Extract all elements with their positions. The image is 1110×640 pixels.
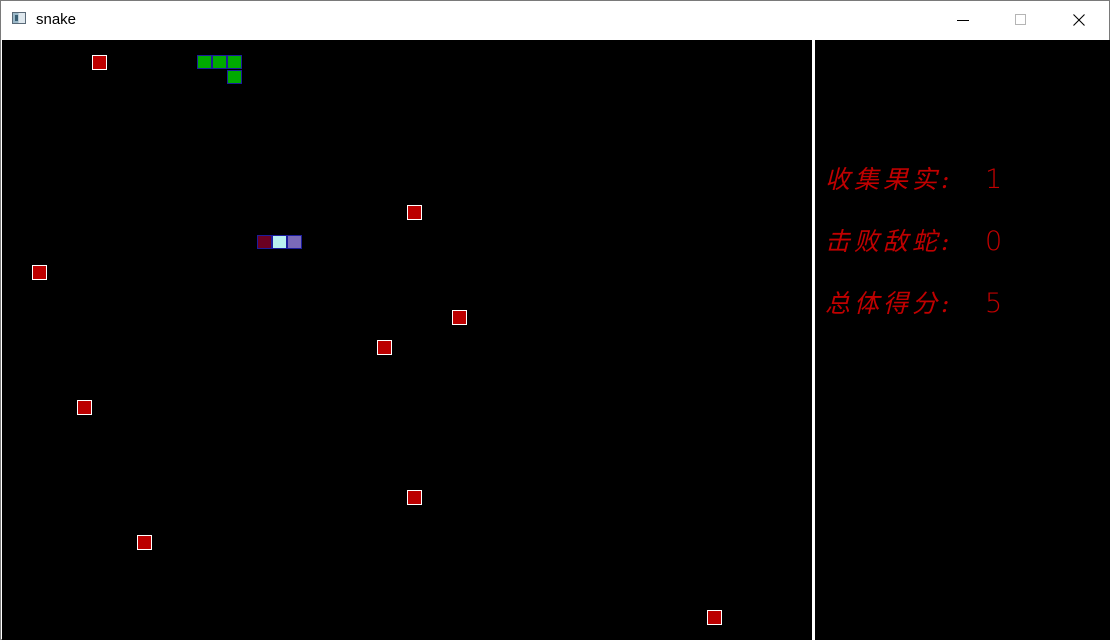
total-score-value: 5	[985, 288, 1003, 319]
defeated-enemies-stat: 击败敌蛇: 0	[825, 224, 1002, 260]
maximize-icon	[1015, 14, 1026, 25]
enemy-snake-segment	[287, 235, 302, 249]
food-item	[137, 535, 152, 550]
total-score-stat: 总体得分: 5	[825, 286, 1002, 322]
food-item	[707, 610, 722, 625]
enemy-snake-segment	[272, 235, 287, 249]
player-snake-segment	[197, 55, 212, 69]
close-button[interactable]	[1056, 1, 1102, 39]
food-item	[77, 400, 92, 415]
enemy-snake-segment	[257, 235, 272, 249]
minimize-button[interactable]	[940, 1, 986, 39]
minimize-icon	[957, 20, 969, 21]
defeated-enemies-value: 0	[985, 226, 1003, 257]
maximize-button[interactable]	[998, 1, 1044, 39]
app-window-icon	[12, 12, 26, 24]
game-board[interactable]	[2, 40, 812, 640]
food-item	[92, 55, 107, 70]
title-bar[interactable]: snake	[1, 1, 1109, 39]
collected-fruit-value: 1	[985, 164, 1003, 195]
player-snake-segment	[227, 55, 242, 69]
total-score-label: 总体得分:	[825, 289, 954, 318]
food-item	[377, 340, 392, 355]
game-window: snake 收集果实: 1 击败敌蛇: 0 总体得分: 5	[0, 0, 1110, 640]
food-item	[32, 265, 47, 280]
food-item	[407, 205, 422, 220]
stats-panel: 收集果实: 1 击败敌蛇: 0 总体得分: 5	[815, 40, 1110, 640]
player-snake-segment	[212, 55, 227, 69]
defeated-enemies-label: 击败敌蛇:	[825, 227, 954, 256]
collected-fruit-label: 收集果实:	[825, 165, 954, 194]
collected-fruit-stat: 收集果实: 1	[825, 162, 1002, 198]
food-item	[452, 310, 467, 325]
food-item	[407, 490, 422, 505]
close-icon	[1073, 14, 1085, 26]
window-title: snake	[36, 11, 77, 28]
player-snake-segment	[227, 70, 242, 84]
